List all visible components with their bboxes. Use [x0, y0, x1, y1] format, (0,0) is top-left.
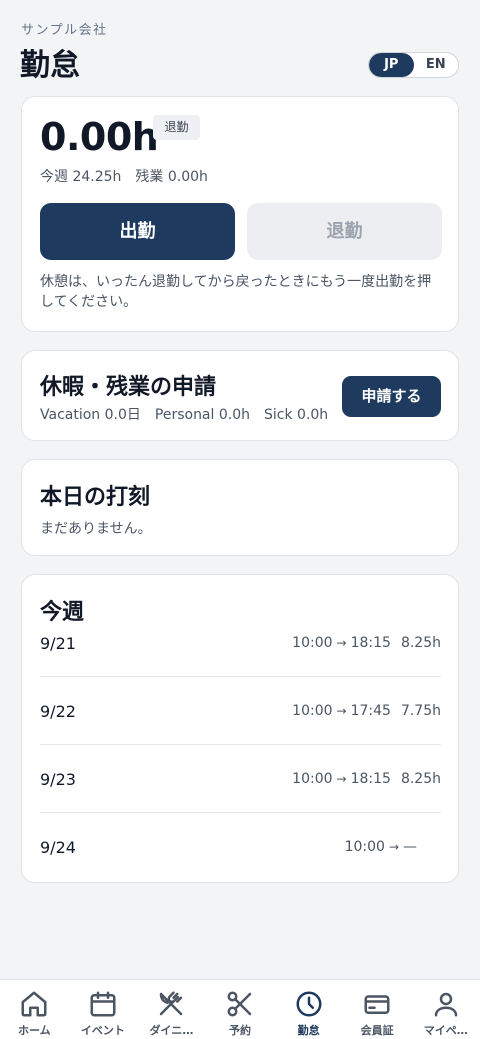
row-times: 10:00 → 17:45 7.75h	[292, 703, 441, 719]
arrow-icon: →	[336, 704, 347, 718]
break-note: 休憩は、いったん退勤してから戻ったときにもう一度出勤を押してください。	[40, 274, 432, 310]
status-badge: 退勤	[153, 115, 200, 140]
arrow-icon: →	[336, 772, 347, 786]
bottom-nav: ホーム イベント ダイニ… 予約 勤怠 会員証 マイペ…	[0, 979, 480, 1039]
row-duration: 7.75h	[400, 703, 441, 719]
arrow-icon: →	[388, 840, 399, 854]
punches-empty-text: まだありません。	[40, 521, 152, 537]
nav-reservation[interactable]: 予約	[206, 980, 275, 1039]
row-date: 9/24	[40, 838, 76, 857]
nav-label: イベント	[80, 1024, 125, 1037]
sick-balance: Sick 0.0h	[264, 407, 329, 423]
lang-en-button[interactable]: EN	[414, 53, 459, 77]
row-start: 10:00	[292, 635, 333, 651]
row-date: 9/21	[40, 634, 76, 653]
list-item: 9/23 10:00 → 18:15 8.25h	[40, 745, 441, 813]
row-end: —	[403, 839, 417, 855]
today-punches-card: 本日の打刻 まだありません。	[21, 459, 459, 556]
row-end: 17:45	[350, 703, 391, 719]
list-item: 9/24 10:00 → —	[40, 813, 441, 881]
lang-jp-button[interactable]: JP	[369, 53, 414, 77]
row-start: 10:00	[292, 771, 333, 787]
nav-label: 勤怠	[297, 1024, 320, 1037]
punches-title: 本日の打刻	[40, 485, 151, 510]
nav-home[interactable]: ホーム	[0, 980, 69, 1039]
row-start: 10:00	[344, 839, 385, 855]
row-times: 10:00 → 18:15 8.25h	[292, 771, 441, 787]
leave-request-title: 休暇・残業の申請	[40, 375, 217, 400]
row-duration: 8.25h	[400, 635, 441, 651]
company-name: サンプル会社	[21, 23, 108, 38]
personal-balance: Personal 0.0h	[154, 407, 250, 423]
row-duration: 8.25h	[400, 771, 441, 787]
nav-membership[interactable]: 会員証	[343, 980, 412, 1039]
nav-dining[interactable]: ダイニ…	[137, 980, 206, 1039]
calendar-icon	[90, 991, 116, 1017]
clock-out-button[interactable]: 退勤	[247, 203, 442, 260]
home-icon	[21, 991, 47, 1017]
nav-label: マイペ…	[423, 1024, 468, 1037]
nav-attendance[interactable]: 勤怠	[274, 980, 343, 1039]
row-times: 10:00 → 18:15 8.25h	[292, 635, 441, 651]
nav-label: 予約	[229, 1024, 252, 1037]
page-title: 勤怠	[20, 48, 80, 83]
today-hours: 0.00h	[40, 115, 159, 159]
nav-label: ホーム	[17, 1024, 51, 1037]
today-attendance-card: 0.00h 退勤 今週 24.25h 残業 0.00h 出勤 退勤 休憩は、いった…	[21, 96, 459, 332]
row-end: 18:15	[350, 771, 391, 787]
scissors-icon	[227, 991, 252, 1017]
row-date: 9/23	[40, 770, 76, 789]
leave-balances: Vacation 0.0日 Personal 0.0h Sick 0.0h	[40, 404, 342, 424]
nav-mypage[interactable]: マイペ…	[411, 980, 480, 1039]
row-times: 10:00 → —	[345, 839, 441, 855]
row-start: 10:00	[292, 703, 333, 719]
language-toggle[interactable]: JP EN	[368, 52, 459, 78]
dining-icon	[160, 991, 183, 1016]
arrow-icon: →	[336, 636, 347, 650]
nav-events[interactable]: イベント	[69, 980, 138, 1039]
vacation-balance: Vacation 0.0日	[40, 407, 141, 423]
overtime-total: 残業 0.00h	[135, 169, 208, 185]
clock-in-button[interactable]: 出勤	[40, 203, 235, 260]
clock-icon	[296, 991, 322, 1017]
apply-button[interactable]: 申請する	[342, 376, 441, 417]
card-icon	[364, 995, 390, 1014]
nav-label: ダイニ…	[149, 1024, 194, 1037]
nav-label: 会員証	[360, 1024, 394, 1037]
week-summary: 今週 24.25h 残業 0.00h	[40, 166, 208, 186]
this-week-card: 今週 9/21 10:00 → 18:15 8.25h 9/22 10:00 → 17:4…	[21, 574, 459, 883]
user-icon	[434, 992, 457, 1017]
week-list: 9/21 10:00 → 18:15 8.25h 9/22 10:00 → 17:45 7.…	[40, 609, 441, 881]
row-end: 18:15	[350, 635, 391, 651]
list-item: 9/22 10:00 → 17:45 7.75h	[40, 677, 441, 745]
leave-request-card: 休暇・残業の申請 Vacation 0.0日 Personal 0.0h Sick …	[21, 350, 459, 441]
page-header: サンプル会社 勤怠 JP EN	[0, 0, 480, 96]
row-date: 9/22	[40, 702, 76, 721]
week-total: 今週 24.25h	[40, 169, 122, 185]
list-item: 9/21 10:00 → 18:15 8.25h	[40, 609, 441, 677]
